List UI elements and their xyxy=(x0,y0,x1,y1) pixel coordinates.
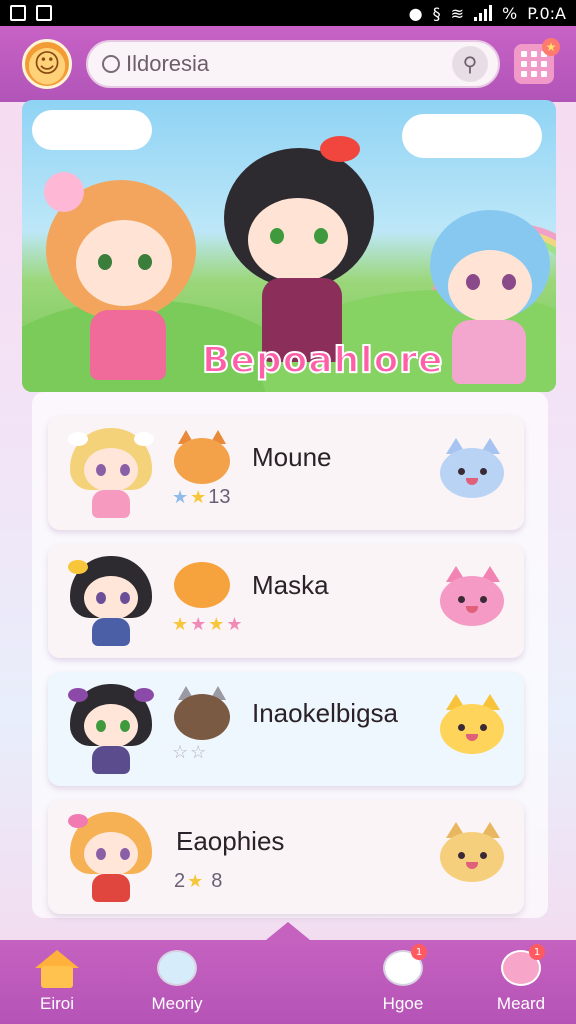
nav-item-cat[interactable]: Meoriy xyxy=(122,946,232,1022)
gallery-notification-icon xyxy=(10,5,26,21)
item-stats: 2 ★ 8 xyxy=(174,870,222,893)
item-count: 13 xyxy=(208,486,231,508)
home-icon xyxy=(35,946,79,990)
pink-pig-icon xyxy=(440,566,504,628)
app-notification-icon xyxy=(36,5,52,21)
item-stats: ☆ ☆ xyxy=(172,742,206,763)
hero-banner[interactable]: Bepoahlore xyxy=(22,100,556,392)
star-icon: ★ xyxy=(190,614,207,634)
battery-percent: % xyxy=(502,3,518,23)
character-orange-hair xyxy=(36,160,216,390)
chat-icon: 1 xyxy=(381,944,427,990)
star-badge-icon: ★ xyxy=(542,38,560,56)
blue-cat-icon xyxy=(440,438,504,500)
character-avatar xyxy=(68,684,154,774)
app-logo-icon[interactable]: ☺ xyxy=(22,39,72,89)
cloud-decoration xyxy=(32,110,152,150)
search-prefix-icon xyxy=(102,55,120,73)
search-input[interactable]: Ildoresia xyxy=(126,51,446,77)
character-blue-hair xyxy=(426,210,556,390)
nav-item-home[interactable]: Eiroi xyxy=(2,946,112,1022)
nav-label: Meard xyxy=(496,994,546,1013)
flower-icon xyxy=(44,172,84,212)
notification-badge: 1 xyxy=(529,944,545,960)
star-icon: ★ xyxy=(208,614,225,634)
notification-badge: 1 xyxy=(411,944,427,960)
list-item[interactable]: Inaokelbigsa ☆ ☆ xyxy=(48,672,524,786)
item-stats: ★ ★ ★ ★ xyxy=(172,614,243,635)
list-item[interactable]: Moune ★ ★ 13 xyxy=(48,416,524,530)
cloud-decoration xyxy=(402,114,542,158)
status-left xyxy=(10,5,52,21)
bottom-navigation: Eiroi Meoriy 1 Hgoe 1 Meard xyxy=(0,922,576,1024)
item-name: Maska xyxy=(252,570,329,600)
nav-label: Eiroi xyxy=(39,994,74,1013)
menu-grid-button[interactable]: ★ xyxy=(514,38,560,84)
character-avatar xyxy=(68,428,154,518)
sun-pet-icon xyxy=(174,558,230,614)
cat-icon xyxy=(155,946,199,990)
status-right: ● § ≋ % P.0:A xyxy=(409,4,566,23)
wifi-icon: ≋ xyxy=(450,3,465,23)
list-item[interactable]: Eaophies 2 ★ 8 xyxy=(48,800,524,914)
search-bar[interactable]: Ildoresia ⚲ xyxy=(86,40,500,88)
star-icon: ★ xyxy=(187,871,204,891)
signal-icon xyxy=(474,5,493,21)
status-time: P.0:A xyxy=(527,3,566,23)
nav-item-pig[interactable]: 1 Meard xyxy=(466,944,576,1022)
location-icon: ● xyxy=(408,3,423,23)
search-icon[interactable]: ⚲ xyxy=(452,46,488,82)
app-bar: ☺ Ildoresia ⚲ ★ xyxy=(0,26,576,102)
nav-label: Hgoe xyxy=(382,994,424,1013)
character-list: Moune ★ ★ 13 Maska ★ ★ ★ ★ Inaokelbigsa … xyxy=(32,392,548,918)
bow-icon xyxy=(320,136,360,162)
item-name: Inaokelbigsa xyxy=(252,698,398,728)
dog-pet-icon xyxy=(440,822,504,884)
list-item[interactable]: Maska ★ ★ ★ ★ xyxy=(48,544,524,658)
star-icon: ★ xyxy=(172,614,189,634)
vibrate-icon: § xyxy=(432,3,441,23)
item-name: Moune xyxy=(252,442,332,472)
nav-item-chat[interactable]: 1 Hgoe xyxy=(348,944,458,1022)
pig-icon: 1 xyxy=(499,944,545,990)
cat-pet-icon xyxy=(174,430,230,486)
item-count-left: 2 xyxy=(174,870,186,892)
star-icon: ☆ xyxy=(172,742,189,762)
character-avatar xyxy=(68,556,154,646)
item-name: Eaophies xyxy=(176,826,285,856)
star-icon: ★ xyxy=(172,487,189,507)
banner-title: Bepoahlore xyxy=(201,339,444,382)
item-count-right: 8 xyxy=(211,870,223,892)
star-icon: ☆ xyxy=(190,742,207,762)
yellow-pet-icon xyxy=(440,694,504,756)
nav-label: Meoriy xyxy=(151,994,203,1013)
item-stats: ★ ★ 13 xyxy=(172,486,231,509)
star-icon: ★ xyxy=(190,487,207,507)
boy-avatar-icon xyxy=(174,686,230,742)
star-icon: ★ xyxy=(226,614,243,634)
status-bar: ● § ≋ % P.0:A xyxy=(0,0,576,26)
character-avatar xyxy=(68,812,154,902)
